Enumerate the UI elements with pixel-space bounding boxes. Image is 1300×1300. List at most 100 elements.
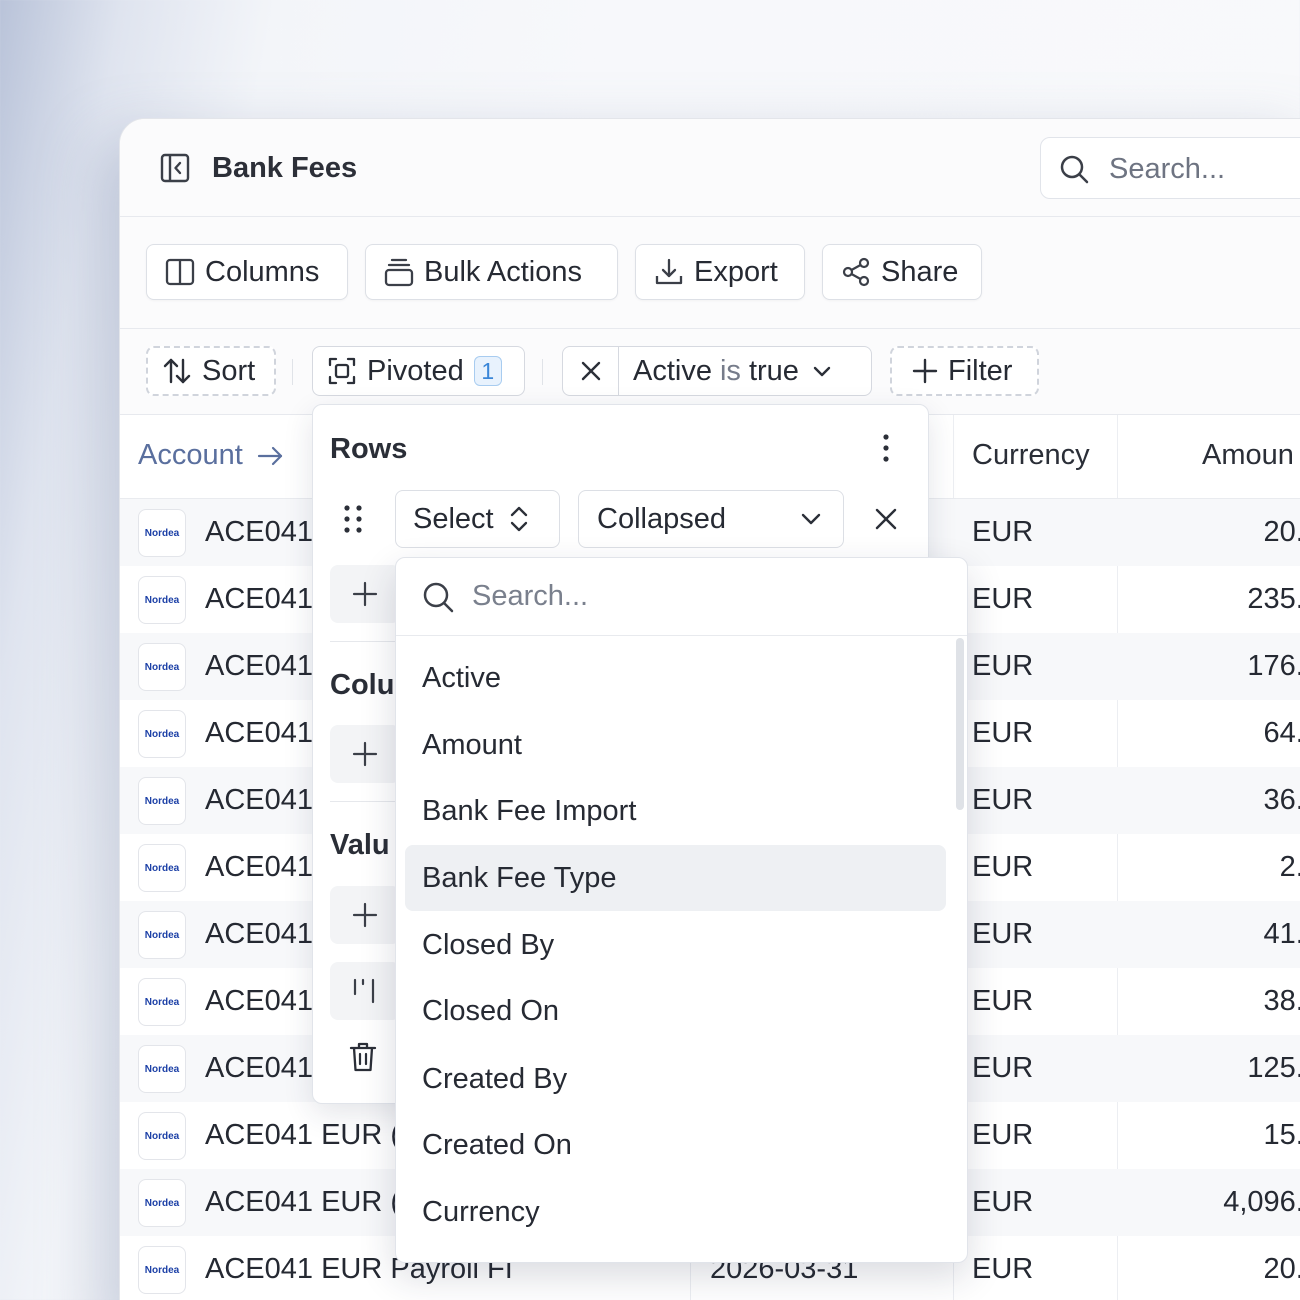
columns-icon <box>165 258 195 286</box>
chevron-up-down-icon <box>510 506 527 532</box>
currency-cell: EUR <box>972 784 1034 816</box>
search-icon <box>1060 155 1089 184</box>
currency-cell: EUR <box>972 650 1034 682</box>
bank-logo: Nordea <box>138 911 186 959</box>
pivoted-button[interactable]: Pivoted 1 <box>312 346 525 396</box>
amount-cell: 20.0 <box>1263 516 1300 548</box>
add-filter-button[interactable]: Filter <box>890 346 1039 396</box>
bank-logo: Nordea <box>138 1112 186 1160</box>
bank-logo: Nordea <box>138 1246 186 1294</box>
trash-icon[interactable] <box>349 1041 377 1073</box>
account-header-label: Account <box>138 439 243 471</box>
bank-logo: Nordea <box>138 509 186 557</box>
row-mode-select[interactable]: Collapsed <box>578 490 844 548</box>
currency-cell: EUR <box>972 985 1034 1017</box>
bulk-actions-label: Bulk Actions <box>424 255 582 288</box>
share-button[interactable]: Share <box>822 244 982 300</box>
amount-cell: 38.9 <box>1263 985 1300 1017</box>
account-cell: ACE041 <box>205 784 314 816</box>
chevron-down-icon <box>813 366 831 377</box>
currency-cell: EUR <box>972 1119 1034 1151</box>
currency-cell: EUR <box>972 717 1034 749</box>
option-bank-fee-type[interactable]: Bank Fee Type <box>405 845 946 911</box>
columns-button[interactable]: Columns <box>146 244 348 300</box>
dropdown-scrollbar[interactable] <box>956 638 964 810</box>
account-cell: ACE041 <box>205 516 314 548</box>
add-column-button[interactable] <box>330 725 400 783</box>
currency-cell: EUR <box>972 583 1034 615</box>
values-section-title: Valu <box>330 829 390 861</box>
amount-cell: 4,096.3 <box>1223 1186 1300 1218</box>
amount-cell: 64.2 <box>1263 717 1300 749</box>
row-field-select-label: Select <box>413 502 494 535</box>
bulk-actions-button[interactable]: Bulk Actions <box>365 244 618 300</box>
amount-cell: 2.7 <box>1279 851 1300 883</box>
account-cell: ACE041 <box>205 1052 314 1084</box>
bank-logo: Nordea <box>138 1045 186 1093</box>
row-mode-label: Collapsed <box>597 502 726 535</box>
pivot-icon <box>328 357 356 385</box>
filter-field: Active <box>633 354 712 387</box>
value-aggregate-button[interactable] <box>330 962 400 1020</box>
search-icon <box>423 582 454 613</box>
amount-cell: 20.0 <box>1263 1253 1300 1285</box>
option-closed-by[interactable]: Closed By <box>405 912 946 978</box>
stack-icon <box>384 258 414 287</box>
drag-handle-icon[interactable] <box>341 504 365 534</box>
share-icon <box>842 257 870 287</box>
account-cell: ACE041 EUR ( <box>205 1186 401 1218</box>
columns-button-label: Columns <box>205 255 320 288</box>
field-select-dropdown: Search... Active Amount Bank Fee Import … <box>395 557 968 1263</box>
amount-cell: 125.0 <box>1247 1052 1300 1084</box>
page-title: Bank Fees <box>212 152 358 184</box>
dropdown-search-input[interactable]: Search... <box>396 558 967 636</box>
active-filter-chip[interactable]: Active is true <box>562 346 872 396</box>
divider <box>542 359 543 385</box>
option-closed-on[interactable]: Closed On <box>405 978 946 1044</box>
export-button[interactable]: Export <box>635 244 805 300</box>
rows-section-title: Rows <box>330 433 408 465</box>
plus-icon <box>352 902 378 928</box>
remove-row-icon[interactable] <box>874 507 898 531</box>
bank-logo: Nordea <box>138 844 186 892</box>
amount-cell: 235.0 <box>1247 583 1300 615</box>
bank-logo: Nordea <box>138 576 186 624</box>
column-header-account[interactable]: Account <box>138 439 285 472</box>
column-header-currency[interactable]: Currency <box>972 439 1090 472</box>
account-cell: ACE041 <box>205 918 314 950</box>
columns-section-title: Colu <box>330 669 395 701</box>
filter-operator: is <box>719 354 741 387</box>
currency-cell: EUR <box>972 1052 1034 1084</box>
option-active[interactable]: Active <box>405 645 946 711</box>
option-created-on[interactable]: Created On <box>405 1112 946 1178</box>
add-row-button[interactable] <box>330 565 400 623</box>
remove-filter-button[interactable] <box>563 347 619 395</box>
option-amount[interactable]: Amount <box>405 712 946 778</box>
more-vertical-icon[interactable] <box>881 433 891 463</box>
divider <box>292 359 293 385</box>
column-header-amount[interactable]: Amoun <box>1202 439 1294 472</box>
dropdown-search-placeholder: Search... <box>472 580 589 612</box>
row-field-select[interactable]: Select <box>395 490 560 548</box>
bank-logo: Nordea <box>138 710 186 758</box>
account-cell: ACE041 <box>205 650 314 682</box>
plus-icon <box>912 358 938 384</box>
option-currency[interactable]: Currency <box>405 1179 946 1245</box>
sort-button[interactable]: Sort <box>146 346 276 396</box>
sort-icon <box>163 358 191 384</box>
sidebar-toggle-icon[interactable] <box>160 153 190 183</box>
option-created-by[interactable]: Created By <box>405 1046 946 1112</box>
option-bank-fee-import[interactable]: Bank Fee Import <box>405 778 946 844</box>
chevron-down-icon <box>801 513 821 525</box>
pivot-count-badge: 1 <box>473 356 502 386</box>
global-search-input[interactable]: Search... <box>1040 137 1300 199</box>
download-icon <box>655 258 683 285</box>
arrow-right-icon <box>257 447 282 466</box>
amount-cell: 36.8 <box>1263 784 1300 816</box>
currency-cell: EUR <box>972 1186 1034 1218</box>
add-value-button[interactable] <box>330 886 400 944</box>
bank-logo: Nordea <box>138 978 186 1026</box>
amount-cell: 15.0 <box>1263 1119 1300 1151</box>
bank-logo: Nordea <box>138 1179 186 1227</box>
account-cell: ACE041 <box>205 985 314 1017</box>
